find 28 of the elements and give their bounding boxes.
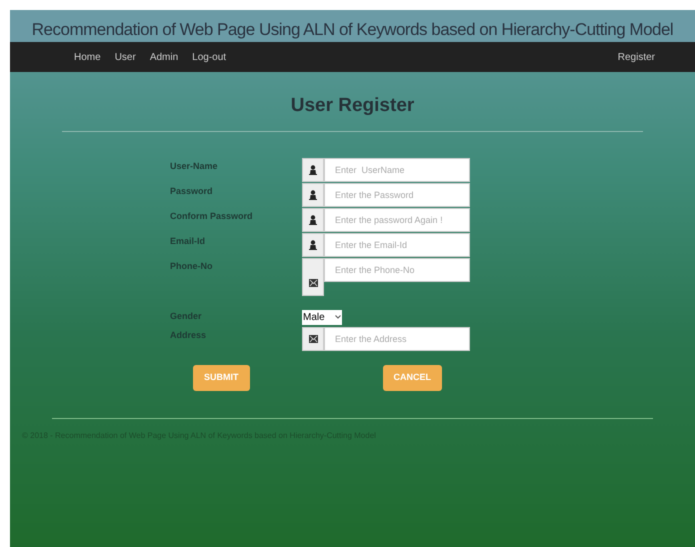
field-label: Phone-No	[170, 260, 214, 272]
person-icon	[309, 240, 317, 250]
field-label: Address	[170, 328, 208, 342]
input-field[interactable]: Enter the password Again !	[324, 208, 470, 232]
chevron-down-icon	[335, 315, 341, 319]
nav-link[interactable]: Register	[618, 50, 655, 64]
site-title: Recommendation of Web Page Using ALN of Keywords based on Hierarchy-Cutting Model	[32, 19, 674, 41]
person-icon	[309, 164, 317, 174]
nav-link[interactable]: Home	[74, 50, 101, 64]
nav-link[interactable]: User	[114, 50, 136, 64]
input-field[interactable]: Enter the Address	[324, 326, 470, 350]
nav-link[interactable]: Log-out	[192, 50, 226, 64]
input-field[interactable]: Enter the Password	[324, 182, 470, 206]
field-label: Email-Id	[170, 234, 206, 248]
person-icon	[309, 214, 317, 224]
input-field[interactable]: Enter the Email-Id	[324, 232, 470, 256]
input-field[interactable]: Enter the Phone-No	[324, 258, 470, 282]
person-icon	[309, 190, 317, 200]
field-label: Password	[170, 184, 214, 198]
form-heading: User Register	[290, 94, 414, 118]
field-label: Conform Password	[170, 210, 254, 222]
gender-select[interactable]: Male	[302, 310, 342, 324]
field-label: Gender	[170, 310, 203, 324]
input-field[interactable]: Enter UserName	[324, 158, 470, 182]
envelope-icon	[308, 334, 318, 342]
field-label: User-Name	[170, 160, 219, 172]
nav-link[interactable]: Admin	[150, 50, 178, 64]
envelope-icon	[308, 278, 318, 286]
